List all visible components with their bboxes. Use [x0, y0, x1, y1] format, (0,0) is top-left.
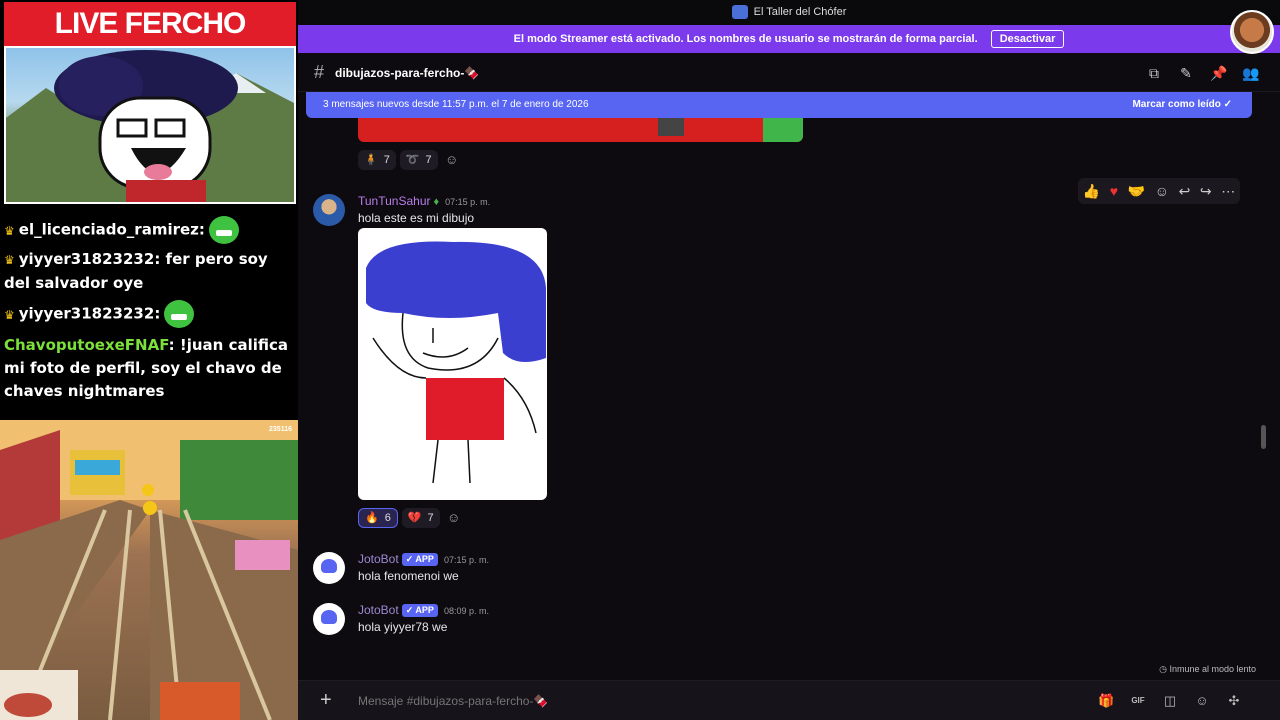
green-emote-icon: [208, 216, 239, 244]
apps-icon[interactable]: ✣: [1226, 693, 1242, 709]
thumbs-up-icon[interactable]: 👍: [1083, 183, 1100, 200]
avatar[interactable]: [313, 194, 345, 226]
reaction-heart[interactable]: 💔 7: [401, 508, 440, 528]
chat-line: ♛ el_licenciado_ramirez:: [4, 216, 294, 244]
message-text: hola fenomenoi we: [358, 569, 459, 583]
streamer-mode-banner: El modo Streamer está activado. Los nomb…: [298, 25, 1280, 53]
member-list-icon[interactable]: 👥: [1242, 65, 1259, 81]
game-score: 235116: [269, 426, 292, 433]
slowmode-immune-note: ◷ Inmune al modo lento: [1159, 664, 1256, 674]
title-bar: El Taller del Chófer: [298, 0, 1280, 25]
scrollbar[interactable]: [1261, 425, 1266, 449]
heart-icon: 💔: [407, 512, 422, 524]
server-icon: [731, 5, 748, 20]
timestamp: 07:15 p. m.: [445, 197, 491, 207]
new-messages-text: 3 mensajes nuevos desde 11:57 p.m. el 7 …: [323, 99, 589, 110]
window-title: El Taller del Chófer: [753, 6, 847, 18]
app-badge: ✓ APP: [401, 604, 438, 617]
crown-icon: ♛: [4, 307, 15, 322]
reaction[interactable]: 🧍 7: [358, 150, 396, 170]
previous-attachment-image[interactable]: [358, 118, 803, 142]
reply-icon[interactable]: ↩: [1179, 183, 1191, 200]
message-actions-bar: 👍 ♥ 🤝 ☺ ↩ ↪ ⋯: [1078, 178, 1240, 204]
emoji-icon[interactable]: ☺: [1194, 693, 1210, 709]
message-composer: + 🎁 GIF ◫ ☺ ✣: [298, 680, 1280, 720]
streamer-mode-text: El modo Streamer está activado. Los nomb…: [513, 33, 978, 45]
gift-icon[interactable]: 🎁: [1098, 693, 1114, 709]
add-reaction-icon[interactable]: ☺: [442, 150, 462, 170]
emoji-icon: 🧍: [364, 154, 378, 166]
chat-line: ♛ yiyyer31823232: fer pero soy del salvad…: [4, 250, 268, 292]
gif-icon[interactable]: GIF: [1130, 693, 1146, 709]
crown-icon: ♛: [4, 253, 15, 267]
new-messages-bar[interactable]: 3 mensajes nuevos desde 11:57 p.m. el 7 …: [306, 92, 1252, 118]
subway-surfers-scene: [0, 420, 298, 720]
hand-icon[interactable]: 🤝: [1128, 183, 1145, 200]
disable-streamer-button[interactable]: Desactivar: [990, 30, 1065, 49]
previous-reactions: 🧍 7 ➰ 7 ☺: [358, 150, 462, 170]
mark-as-read-button[interactable]: Marcar como leído ✓: [1132, 92, 1232, 118]
channel-name: dibujazos-para-fercho-🍫: [335, 66, 480, 80]
drawing-attachment[interactable]: [358, 228, 547, 500]
sticker-icon[interactable]: ◫: [1162, 693, 1178, 709]
discord-window: El Taller del Chófer El modo Streamer es…: [298, 0, 1280, 720]
hashtag-icon: #: [314, 62, 325, 82]
crown-icon: ♛: [4, 223, 15, 238]
screen: LIVE FERCHO REACTION ♛el_licenciado_rami…: [0, 0, 1280, 720]
username[interactable]: TunTunSahur: [358, 194, 431, 208]
user-avatar[interactable]: [1230, 10, 1274, 54]
heart-icon[interactable]: ♥: [1110, 183, 1118, 199]
username[interactable]: JotoBot: [358, 603, 399, 617]
threads-icon[interactable]: ⧉: [1146, 65, 1162, 81]
add-reaction-icon[interactable]: ☺: [444, 508, 464, 528]
message-input[interactable]: [358, 693, 1058, 709]
chat-username: ChavoputoexeFNAF: [4, 336, 169, 354]
chat-username: yiyyer31823232: [18, 250, 155, 268]
timestamp: 07:15 p. m.: [443, 555, 489, 565]
mute-icon[interactable]: ✎: [1178, 65, 1194, 81]
timestamp: 08:09 p. m.: [443, 606, 489, 616]
cartoon-avatar-image: [6, 50, 294, 202]
message-text: hola yiyyer78 we: [358, 620, 448, 634]
stream-chat: ♛ el_licenciado_ramirez: ♛ yiyyer31823232:…: [0, 212, 298, 418]
app-badge: ✓ APP: [401, 553, 438, 566]
avatar[interactable]: [313, 552, 345, 584]
message-header: JotoBot ✓ APP 08:09 p. m.: [358, 603, 489, 617]
message-header: TunTunSahur ♦ 07:15 p. m.: [358, 194, 490, 208]
pin-icon[interactable]: 📌: [1210, 65, 1227, 81]
verified-shield-icon: ♦: [433, 196, 440, 208]
emoji-icon: ➰: [405, 154, 420, 166]
add-reaction-icon[interactable]: ☺: [1155, 183, 1169, 199]
reaction-fire[interactable]: 🔥 6: [358, 508, 398, 528]
chat-username: yiyyer31823232: [18, 304, 155, 323]
chat-line: ChavoputoexeFNAF: !juan califica mi foto…: [4, 336, 289, 400]
green-emote-icon: [164, 300, 195, 328]
stream-title: LIVE FERCHO REACTION: [4, 2, 296, 84]
reaction[interactable]: ➰ 7: [399, 150, 438, 170]
message-reactions: 🔥 6 💔 7 ☺: [358, 508, 464, 528]
drawing-image: [366, 241, 546, 484]
avatar[interactable]: [313, 603, 345, 635]
username[interactable]: JotoBot: [358, 552, 399, 566]
channel-header: # dibujazos-para-fercho-🍫 ⧉ ✎ 📌 👥: [298, 54, 1280, 92]
chat-username: el_licenciado_ramirez: [18, 220, 199, 239]
fire-icon: 🔥: [365, 512, 379, 524]
webcam-avatar: [4, 46, 296, 204]
stream-overlay: LIVE FERCHO REACTION ♛el_licenciado_rami…: [0, 0, 298, 720]
more-icon[interactable]: ⋯: [1221, 183, 1235, 200]
add-attachment-icon[interactable]: +: [320, 689, 332, 712]
gameplay-video: 235116: [0, 420, 298, 720]
message-list: 🧍 7 ➰ 7 ☺ TunTunSahur ♦ 07:15 p. m. hola est…: [298, 118, 1280, 678]
chat-line: ♛ yiyyer31823232:: [4, 300, 294, 328]
forward-icon[interactable]: ↪: [1200, 183, 1212, 200]
message-header: JotoBot ✓ APP 07:15 p. m.: [358, 552, 489, 566]
message-text: hola este es mi dibujo: [358, 211, 475, 225]
